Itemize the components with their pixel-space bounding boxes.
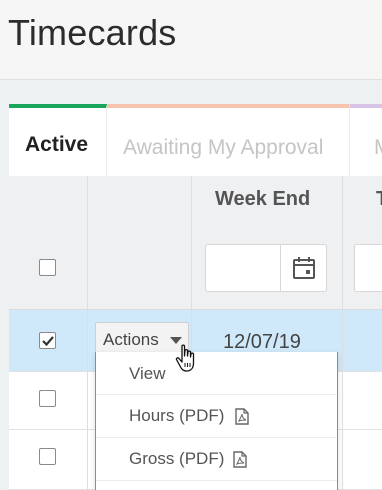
week-end-filter-input[interactable] (206, 245, 280, 291)
week-end-value: 12/07/19 (223, 331, 301, 353)
menu-item-view[interactable]: View (96, 352, 337, 395)
timecards-table: Week End T (9, 176, 382, 490)
menu-item-label: Gross (PDF) (129, 449, 225, 468)
column-header-next[interactable]: T (376, 188, 382, 211)
calendar-button[interactable] (280, 245, 326, 291)
page-title: Timecards (8, 12, 177, 53)
select-all-checkbox[interactable] (39, 259, 56, 276)
pdf-icon (233, 451, 247, 468)
page-header: Timecards (0, 0, 382, 80)
tab-label: M (374, 136, 382, 160)
column-divider (87, 176, 88, 490)
tab-more[interactable]: M (350, 104, 382, 176)
column-divider (342, 176, 343, 490)
menu-item-gross-pdf[interactable]: Gross (PDF) (96, 438, 337, 481)
week-end-filter (205, 244, 327, 292)
tab-awaiting-my-approval[interactable]: Awaiting My Approval (107, 104, 350, 176)
tab-label: Awaiting My Approval (123, 136, 324, 159)
pdf-icon (235, 408, 249, 425)
row-checkbox[interactable] (39, 390, 56, 407)
tab-label: Active (25, 133, 89, 156)
menu-item-hours-pdf[interactable]: Hours (PDF) (96, 395, 337, 438)
actions-menu: View Hours (PDF) Gross (PDF) (95, 352, 338, 490)
calendar-icon (293, 257, 315, 279)
hand-pointer-cursor-icon (175, 344, 195, 372)
caret-down-icon (170, 337, 182, 344)
row-checkbox[interactable] (39, 332, 56, 349)
tab-active[interactable]: Active (9, 104, 107, 176)
menu-item-label: Hours (PDF) (129, 406, 225, 425)
row-checkbox[interactable] (39, 448, 56, 465)
timecard-tabs: Active Awaiting My Approval M (9, 104, 382, 176)
menu-item-label: View (129, 364, 166, 383)
column-header-week-end[interactable]: Week End (215, 188, 310, 211)
check-icon (42, 336, 54, 347)
next-column-filter[interactable] (354, 244, 382, 292)
actions-label: Actions (103, 330, 159, 349)
table-header: Week End T (9, 176, 382, 310)
